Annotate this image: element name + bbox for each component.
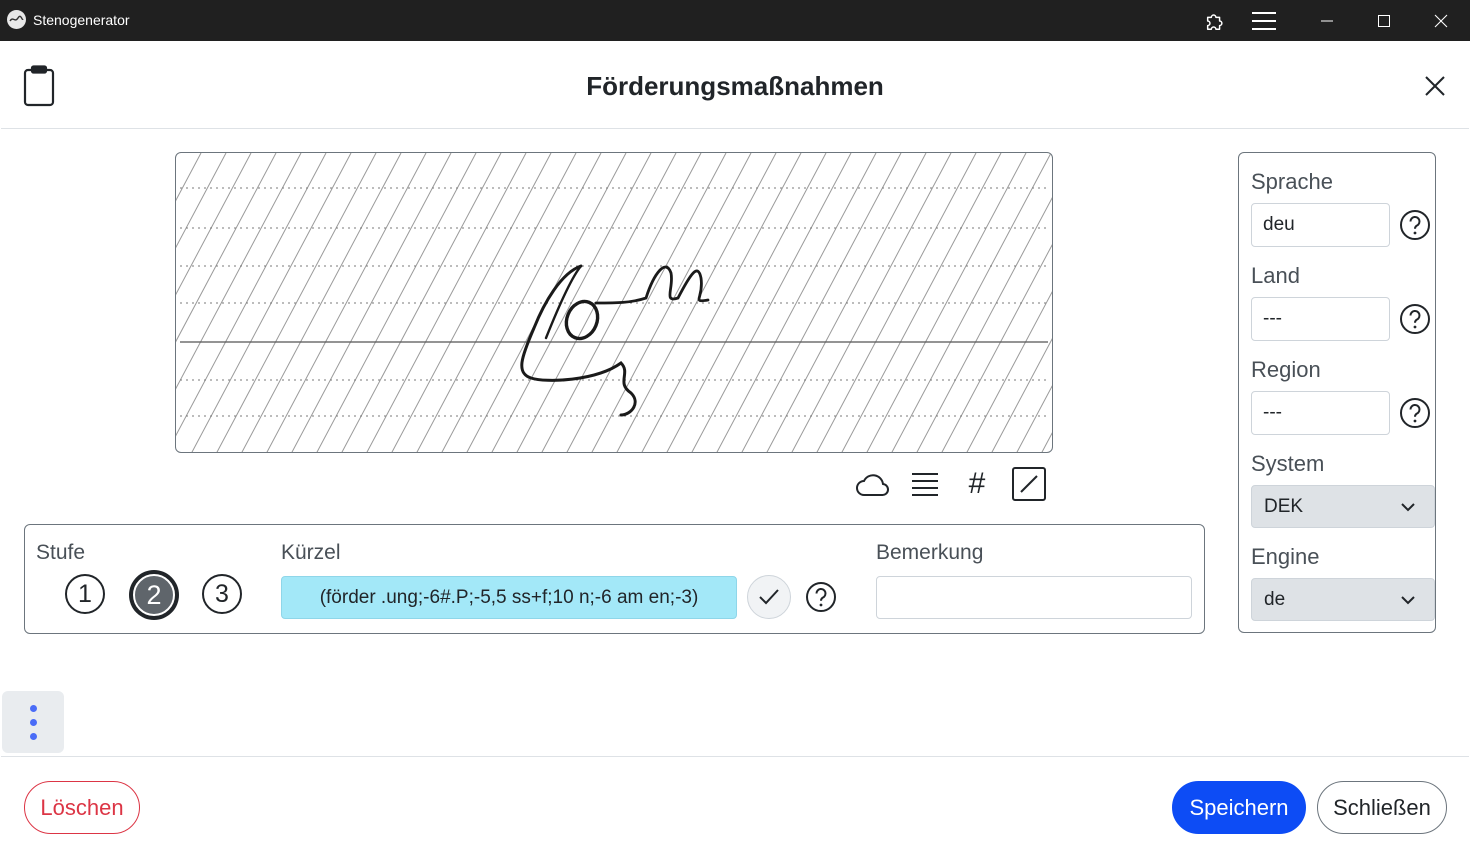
hash-icon[interactable]: # xyxy=(959,466,995,502)
cloud-icon[interactable] xyxy=(855,466,891,502)
app-logo-icon xyxy=(7,10,26,29)
land-input[interactable] xyxy=(1251,297,1390,341)
dialog-window: Förderungsmaßnahmen # Stufe 1 2 3 Kürzel… xyxy=(1,41,1469,855)
more-vertical-icon xyxy=(29,704,37,712)
land-help-icon[interactable] xyxy=(1398,302,1432,336)
steno-canvas[interactable] xyxy=(175,152,1053,453)
sprache-help-icon[interactable] xyxy=(1398,208,1432,242)
check-button[interactable] xyxy=(747,575,791,619)
hamburger-menu-icon[interactable] xyxy=(1250,8,1278,34)
delete-button[interactable]: Löschen xyxy=(24,781,140,834)
app-title: Stenogenerator xyxy=(33,12,130,28)
svg-text:3: 3 xyxy=(215,580,229,608)
kuerzel-input[interactable] xyxy=(281,576,737,619)
save-button[interactable]: Speichern xyxy=(1172,781,1306,834)
minimize-icon[interactable] xyxy=(1316,8,1338,34)
svg-text:2: 2 xyxy=(146,580,161,610)
lines-icon[interactable] xyxy=(907,466,943,502)
extension-icon[interactable] xyxy=(1202,8,1228,34)
chevron-down-icon xyxy=(1401,596,1415,605)
system-select-value: DEK xyxy=(1264,495,1304,517)
engine-label: Engine xyxy=(1251,544,1320,569)
close-window-icon[interactable] xyxy=(1430,8,1452,34)
engine-select[interactable]: de xyxy=(1251,578,1435,621)
close-button[interactable]: Schließen xyxy=(1317,781,1447,834)
svg-text:1: 1 xyxy=(78,580,92,608)
edit-slash-icon[interactable] xyxy=(1011,466,1047,502)
stufe-2-button[interactable]: 2 xyxy=(128,569,180,621)
chevron-down-icon xyxy=(1401,503,1415,512)
sprache-label: Sprache xyxy=(1251,169,1333,194)
system-select[interactable]: DEK xyxy=(1251,485,1435,528)
more-vertical-icon-dot xyxy=(29,718,37,726)
kuerzel-help-icon[interactable] xyxy=(805,581,837,613)
stufe-3-button[interactable]: 3 xyxy=(200,572,244,616)
more-options-button[interactable] xyxy=(2,691,64,753)
maximize-icon[interactable] xyxy=(1373,8,1395,34)
bemerkung-input[interactable] xyxy=(876,576,1192,619)
language-settings-panel: Sprache Land Region System DEK Engine de xyxy=(1238,152,1436,633)
system-label: System xyxy=(1251,451,1325,476)
stufe-1-button[interactable]: 1 xyxy=(63,572,107,616)
dialog-header: Förderungsmaßnahmen xyxy=(1,41,1469,129)
region-help-icon[interactable] xyxy=(1398,396,1432,430)
page-title: Förderungsmaßnahmen xyxy=(586,71,884,101)
land-label: Land xyxy=(1251,263,1300,288)
bemerkung-label: Bemerkung xyxy=(876,541,984,564)
dialog-footer: Löschen Speichern Schließen xyxy=(1,756,1469,855)
stufe-label: Stufe xyxy=(36,541,86,564)
title-bar: Stenogenerator xyxy=(0,0,1470,41)
engine-select-value: de xyxy=(1264,588,1286,610)
steno-drawing xyxy=(176,153,1052,452)
steno-properties-box: Stufe 1 2 3 Kürzel (förder .ung;-6#.P;-5… xyxy=(24,524,1205,634)
sprache-input[interactable] xyxy=(1251,203,1390,247)
kuerzel-label: Kürzel xyxy=(281,541,341,564)
region-label: Region xyxy=(1251,357,1321,382)
steno-stroke xyxy=(520,264,637,417)
region-input[interactable] xyxy=(1251,391,1390,435)
more-vertical-icon-dot xyxy=(29,732,37,740)
close-icon[interactable] xyxy=(1423,74,1447,98)
